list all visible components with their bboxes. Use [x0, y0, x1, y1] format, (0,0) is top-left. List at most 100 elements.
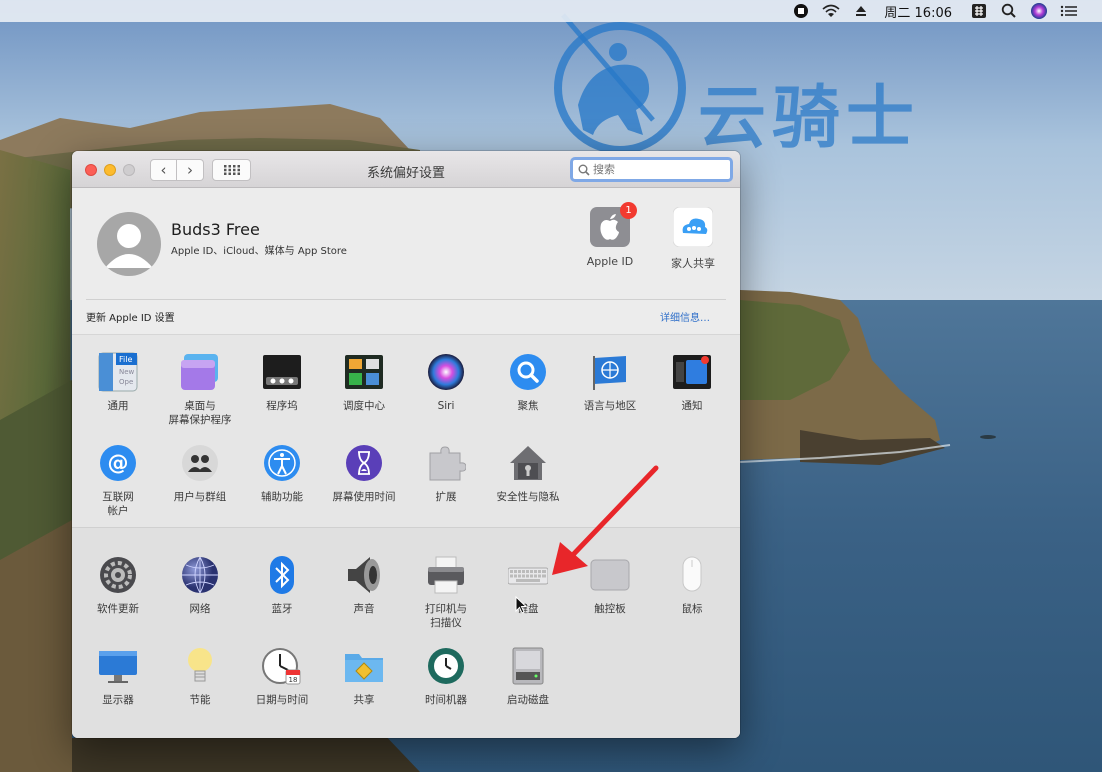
- pref-label: 启动磁盘: [507, 694, 549, 706]
- mouse-icon: [672, 555, 712, 595]
- pref-apple-id-label: Apple ID: [586, 255, 634, 268]
- family-sharing-icon: [672, 206, 714, 248]
- speaker-icon: [344, 555, 384, 595]
- search-input[interactable]: [593, 163, 723, 176]
- pref-label: 调度中心: [343, 400, 385, 412]
- pref-startup-disk[interactable]: 启动磁盘: [487, 646, 569, 707]
- apple-id-update-row: 更新 Apple ID 设置 详细信息…: [86, 309, 710, 325]
- pref-label: 聚焦: [517, 400, 539, 412]
- dock-icon: [262, 352, 302, 392]
- pref-dock[interactable]: 程序坞: [241, 352, 323, 413]
- siri-icon: [426, 352, 466, 392]
- pref-printers-scanners[interactable]: 打印机与 扫描仪: [405, 555, 487, 630]
- svg-text:Ope: Ope: [119, 378, 133, 386]
- bluetooth-icon: [262, 555, 302, 595]
- red-arrow-annotation: [552, 465, 659, 575]
- pref-siri[interactable]: Siri: [405, 352, 487, 413]
- pref-language-region[interactable]: 语言与地区: [569, 352, 651, 413]
- details-link[interactable]: 详细信息…: [660, 309, 710, 324]
- account-name[interactable]: Buds3 Free: [171, 220, 260, 239]
- pref-sound[interactable]: 声音: [323, 555, 405, 616]
- pref-label: 互联网 帐户: [102, 491, 134, 517]
- pref-label: 辅助功能: [261, 491, 303, 503]
- display-icon: [98, 646, 138, 686]
- pref-internet-accounts[interactable]: @ 互联网 帐户: [77, 443, 159, 518]
- pref-accessibility[interactable]: 辅助功能: [241, 443, 323, 504]
- apple-id-icon: 1: [590, 202, 637, 247]
- divider: [86, 299, 726, 300]
- input-method-icon[interactable]: [964, 0, 994, 22]
- pref-users-groups[interactable]: 用户与群组: [159, 443, 241, 504]
- system-preferences-window: ‹ › 系统偏好设置 Buds3 Free Appl: [72, 151, 740, 738]
- pref-label: 声音: [353, 603, 375, 615]
- pref-label: 用户与群组: [173, 491, 227, 503]
- search-icon[interactable]: [994, 0, 1024, 22]
- mission-control-icon: [344, 352, 384, 392]
- pref-sharing[interactable]: 共享: [323, 646, 405, 707]
- pref-apple-id[interactable]: 1 Apple ID: [575, 202, 645, 268]
- pref-family-sharing[interactable]: 家人共享: [658, 206, 728, 271]
- pref-label: 时间机器: [425, 694, 467, 706]
- pref-screen-time[interactable]: 屏幕使用时间: [323, 443, 405, 504]
- pref-notifications[interactable]: 通知: [651, 352, 733, 413]
- record-icon[interactable]: [786, 0, 816, 22]
- pref-mission-control[interactable]: 调度中心: [323, 352, 405, 413]
- mouse-pointer-icon: [515, 596, 527, 614]
- notification-badge: 1: [620, 202, 637, 219]
- pref-label: 键盘: [517, 603, 539, 615]
- pref-label: 屏幕使用时间: [332, 491, 396, 503]
- pref-label: 程序坞: [266, 400, 298, 412]
- menu-clock[interactable]: 周二 16:06: [876, 0, 964, 22]
- siri-icon[interactable]: [1024, 0, 1054, 22]
- user-silhouette-icon: [105, 224, 153, 268]
- pref-software-update[interactable]: 软件更新: [77, 555, 159, 616]
- pref-displays[interactable]: 显示器: [77, 646, 159, 707]
- pref-label: 网络: [189, 603, 211, 615]
- users-groups-icon: [180, 443, 220, 483]
- pref-time-machine[interactable]: 时间机器: [405, 646, 487, 707]
- search-field[interactable]: [570, 157, 733, 182]
- watermark-text: 云骑士: [698, 79, 921, 158]
- pref-energy-saver[interactable]: 节能: [159, 646, 241, 707]
- title-bar[interactable]: ‹ › 系统偏好设置: [72, 151, 740, 188]
- svg-text:18: 18: [289, 676, 298, 684]
- svg-text:New: New: [119, 368, 135, 376]
- pref-label: 日期与时间: [255, 694, 309, 706]
- screen-time-icon: [344, 443, 384, 483]
- pref-label: Siri: [437, 400, 455, 412]
- pref-extensions[interactable]: 扩展: [405, 443, 487, 504]
- pref-family-label: 家人共享: [671, 257, 715, 270]
- time-machine-icon: [426, 646, 466, 686]
- wifi-icon[interactable]: [816, 0, 846, 22]
- avatar[interactable]: [97, 212, 161, 276]
- pref-general[interactable]: File New Ope 通用: [77, 352, 159, 413]
- notifications-icon: [672, 352, 712, 392]
- control-center-icon[interactable]: [1054, 0, 1084, 22]
- pref-desktop-screensaver[interactable]: 桌面与 屏幕保护程序: [159, 352, 241, 427]
- update-apple-id-text: 更新 Apple ID 设置: [86, 313, 175, 324]
- pref-label: 桌面与 屏幕保护程序: [168, 400, 232, 426]
- pref-spotlight[interactable]: 聚焦: [487, 352, 569, 413]
- spotlight-icon: [508, 352, 548, 392]
- pref-label: 蓝牙: [271, 603, 293, 615]
- pref-label: 软件更新: [97, 603, 139, 615]
- knight-logo-icon: [554, 13, 686, 154]
- watermark-logo: 云骑士: [548, 10, 1028, 165]
- hard-drive-icon: [508, 646, 548, 686]
- eject-icon[interactable]: [846, 0, 876, 22]
- pref-label: 通知: [681, 400, 703, 412]
- pref-network[interactable]: 网络: [159, 555, 241, 616]
- gear-icon: [98, 555, 138, 595]
- clock-icon: 18: [262, 646, 302, 686]
- search-icon: [578, 164, 590, 176]
- extensions-icon: [426, 443, 467, 483]
- svg-text:@: @: [108, 451, 129, 475]
- pref-date-time[interactable]: 18 日期与时间: [241, 646, 323, 707]
- pref-label: 共享: [353, 694, 375, 706]
- pref-label: 节能: [189, 694, 211, 706]
- general-icon: File New Ope: [98, 352, 138, 392]
- pref-bluetooth[interactable]: 蓝牙: [241, 555, 323, 616]
- pref-label: 打印机与 扫描仪: [425, 603, 467, 629]
- printer-icon: [426, 555, 466, 595]
- svg-text:File: File: [119, 355, 132, 364]
